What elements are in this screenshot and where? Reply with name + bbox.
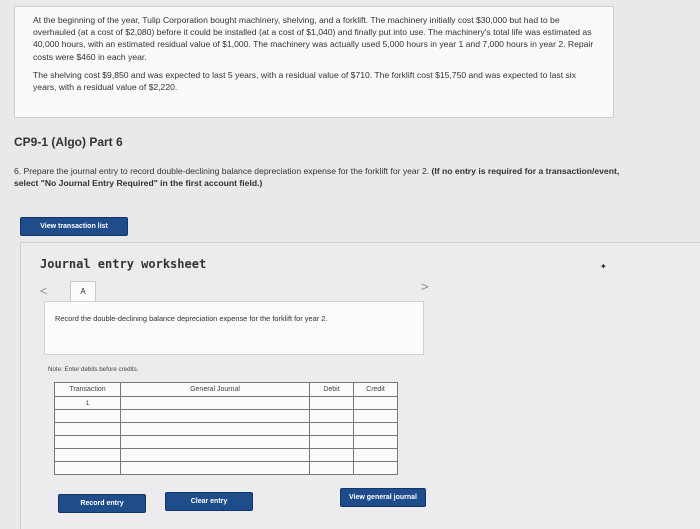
- chevron-right-icon[interactable]: >: [421, 279, 429, 294]
- col-debit: Debit: [309, 382, 354, 397]
- question-text: 6. Prepare the journal entry to record d…: [14, 166, 634, 189]
- transaction-cell: [54, 435, 121, 449]
- worksheet-title: Journal entry worksheet: [40, 257, 207, 271]
- col-credit: Credit: [353, 382, 398, 397]
- problem-statement: At the beginning of the year, Tulip Corp…: [14, 6, 614, 118]
- table-row: [54, 422, 398, 436]
- account-field[interactable]: [120, 448, 310, 462]
- account-field[interactable]: [120, 435, 310, 449]
- worksheet-prompt: Record the double-declining balance depr…: [44, 301, 424, 355]
- problem-paragraph-1: At the beginning of the year, Tulip Corp…: [33, 15, 594, 62]
- note-text: Note: Enter debits before credits.: [48, 366, 139, 373]
- debit-field[interactable]: [309, 422, 354, 436]
- account-field[interactable]: [120, 409, 310, 423]
- credit-field[interactable]: [353, 461, 398, 475]
- account-field[interactable]: [120, 461, 310, 475]
- table-row: [54, 448, 398, 462]
- account-field[interactable]: [120, 422, 310, 436]
- question-main: 6. Prepare the journal entry to record d…: [14, 166, 430, 176]
- part-title: CP9-1 (Algo) Part 6: [14, 135, 123, 149]
- record-entry-button[interactable]: Record entry: [58, 494, 146, 513]
- transaction-cell: [54, 461, 121, 475]
- table-row: 1: [54, 396, 398, 410]
- account-field[interactable]: [120, 396, 310, 410]
- transaction-cell: [54, 422, 121, 436]
- table-row: [54, 409, 398, 423]
- credit-field[interactable]: [353, 409, 398, 423]
- credit-field[interactable]: [353, 396, 398, 410]
- problem-paragraph-2: The shelving cost $9,850 and was expecte…: [33, 69, 576, 93]
- transaction-cell: [54, 409, 121, 423]
- table-row: [54, 435, 398, 449]
- credit-field[interactable]: [353, 422, 398, 436]
- transaction-cell: 1: [54, 396, 121, 410]
- debit-field[interactable]: [309, 396, 354, 410]
- debit-field[interactable]: [309, 435, 354, 449]
- view-transaction-list-button[interactable]: View transaction list: [20, 217, 128, 236]
- star-icon: ✦: [600, 262, 607, 271]
- col-transaction: Transaction: [54, 382, 121, 397]
- col-general-journal: General Journal: [120, 382, 310, 397]
- debit-field[interactable]: [309, 448, 354, 462]
- transaction-cell: [54, 448, 121, 462]
- debit-field[interactable]: [309, 409, 354, 423]
- debit-field[interactable]: [309, 461, 354, 475]
- chevron-left-icon[interactable]: <: [40, 284, 47, 298]
- journal-table: Transaction General Journal Debit Credit…: [54, 382, 398, 475]
- clear-entry-button[interactable]: Clear entry: [165, 492, 253, 511]
- view-general-journal-button[interactable]: View general journal: [340, 488, 426, 507]
- table-row: [54, 461, 398, 475]
- credit-field[interactable]: [353, 435, 398, 449]
- credit-field[interactable]: [353, 448, 398, 462]
